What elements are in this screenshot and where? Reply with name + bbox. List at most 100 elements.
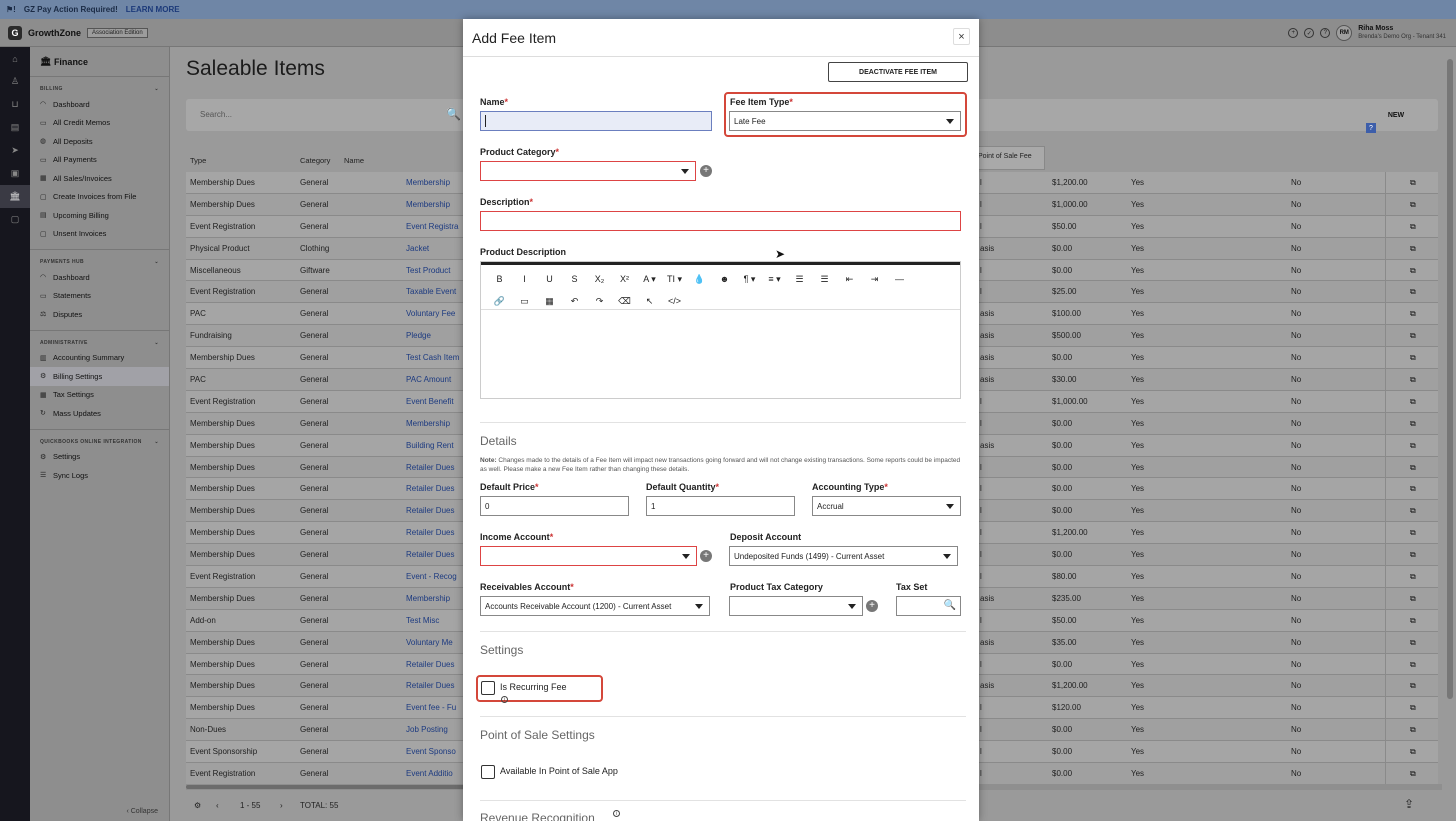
row-name-link[interactable]: Event Registra xyxy=(406,222,458,231)
export-icon[interactable]: ⇪ xyxy=(1404,797,1414,811)
income-account-select[interactable] xyxy=(480,546,697,566)
sidebar-section-billing[interactable]: BILLING ⌄ xyxy=(30,77,169,95)
close-icon[interactable]: × xyxy=(953,28,970,45)
avatar[interactable]: RM xyxy=(1336,25,1353,41)
copy-icon[interactable]: ⧉ xyxy=(1410,353,1416,363)
copy-icon[interactable]: ⧉ xyxy=(1410,528,1416,538)
copy-icon[interactable]: ⧉ xyxy=(1410,397,1416,407)
row-name-link[interactable]: Test Cash Item xyxy=(406,353,459,362)
row-name-link[interactable]: Membership xyxy=(406,200,450,209)
deposit-account-select[interactable]: Undeposited Funds (1499) - Current Asset xyxy=(729,546,958,566)
row-name-link[interactable]: Retailer Dues xyxy=(406,528,454,537)
link-icon[interactable]: 🔗 xyxy=(487,296,512,307)
copy-icon[interactable]: ⧉ xyxy=(1410,331,1416,341)
row-name-link[interactable]: Retailer Dues xyxy=(406,463,454,472)
settings-icon[interactable]: ⚙ xyxy=(194,801,201,810)
basket-icon[interactable]: ⊔ xyxy=(0,93,30,116)
copy-icon[interactable]: ⧉ xyxy=(1410,266,1416,276)
growthzone-logo-icon[interactable]: G xyxy=(8,25,22,40)
add-category-icon[interactable]: + xyxy=(700,165,712,177)
sidebar-item-qbo-settings[interactable]: ⚙ Settings xyxy=(30,448,169,467)
sidebar-item-unsent-invoices[interactable]: ▢ Unsent Invoices xyxy=(30,225,169,244)
row-name-link[interactable]: Retailer Dues xyxy=(406,506,454,515)
send-icon[interactable]: ➤ xyxy=(0,139,30,162)
person-icon[interactable]: ♙ xyxy=(0,70,30,93)
sidebar-item-billing-settings[interactable]: ⚙ Billing Settings xyxy=(30,367,169,386)
prev-page-icon[interactable]: ‹ xyxy=(216,801,219,810)
copy-icon[interactable]: ⧉ xyxy=(1410,572,1416,582)
sidebar-item-hub-dashboard[interactable]: ◠ Dashboard xyxy=(30,268,169,287)
copy-icon[interactable]: ⧉ xyxy=(1410,681,1416,691)
name-field[interactable] xyxy=(480,111,712,131)
copy-icon[interactable]: ⧉ xyxy=(1410,441,1416,451)
sidebar-item-accounting-summary[interactable]: ▥ Accounting Summary xyxy=(30,349,169,368)
copy-icon[interactable]: ⧉ xyxy=(1410,287,1416,297)
font-size-icon[interactable]: TI ▾ xyxy=(662,274,687,285)
sidebar-item-deposits[interactable]: ◍ All Deposits xyxy=(30,132,169,151)
pos-app-checkbox[interactable] xyxy=(481,765,495,779)
row-name-link[interactable]: Retailer Dues xyxy=(406,484,454,493)
row-name-link[interactable]: Membership xyxy=(406,419,450,428)
product-tax-category-select[interactable] xyxy=(729,596,863,616)
finance-icon[interactable]: 🏛 xyxy=(0,185,30,208)
redo-icon[interactable]: ↷ xyxy=(587,296,612,307)
row-name-link[interactable]: Event Sponso xyxy=(406,747,456,756)
row-name-link[interactable]: Voluntary Me xyxy=(406,638,453,647)
row-name-link[interactable]: Test Misc xyxy=(406,616,439,625)
column-name[interactable]: Name xyxy=(344,156,364,165)
sidebar-item-payments[interactable]: ▭ All Payments xyxy=(30,151,169,170)
copy-icon[interactable]: ⧉ xyxy=(1410,550,1416,560)
copy-icon[interactable]: ⧉ xyxy=(1410,484,1416,494)
row-name-link[interactable]: Event Benefit xyxy=(406,397,454,406)
sidebar-item-create-invoices[interactable]: ▢ Create Invoices from File xyxy=(30,188,169,207)
vertical-scrollbar[interactable] xyxy=(1444,47,1456,821)
copy-icon[interactable]: ⧉ xyxy=(1410,419,1416,429)
copy-icon[interactable]: ⧉ xyxy=(1410,703,1416,713)
align-icon[interactable]: ≡ ▾ xyxy=(762,274,787,285)
recurring-fee-checkbox[interactable] xyxy=(481,681,495,695)
check-icon[interactable]: ✓ xyxy=(1304,28,1315,38)
copy-icon[interactable]: ⧉ xyxy=(1410,660,1416,670)
next-page-icon[interactable]: › xyxy=(280,801,283,810)
subscript-icon[interactable]: X₂ xyxy=(587,274,612,284)
tax-set-field[interactable]: 🔍 xyxy=(896,596,961,616)
copy-icon[interactable]: ⧉ xyxy=(1410,309,1416,319)
add-tax-category-icon[interactable]: + xyxy=(866,600,878,612)
code-view-icon[interactable]: </> xyxy=(662,296,687,306)
row-name-link[interactable]: Retailer Dues xyxy=(406,550,454,559)
row-name-link[interactable]: Building Rent xyxy=(406,441,454,450)
indent-icon[interactable]: ⇥ xyxy=(862,274,887,285)
copy-icon[interactable]: ⧉ xyxy=(1410,725,1416,735)
image-icon[interactable]: ▭ xyxy=(512,296,537,307)
row-name-link[interactable]: Taxable Event xyxy=(406,287,456,296)
home-icon[interactable]: ⌂ xyxy=(0,47,30,70)
underline-icon[interactable]: U xyxy=(537,274,562,284)
document-icon[interactable]: ▢ xyxy=(0,208,30,231)
column-type[interactable]: Type xyxy=(190,156,206,165)
superscript-icon[interactable]: X² xyxy=(612,274,637,284)
default-quantity-field[interactable]: 1 xyxy=(646,496,795,516)
paragraph-icon[interactable]: ¶ ▾ xyxy=(737,274,762,285)
sidebar-item-mass-updates[interactable]: ↻ Mass Updates xyxy=(30,404,169,423)
search-input[interactable]: Search... xyxy=(200,110,232,119)
sidebar-section-quickbooks[interactable]: QUICKBOOKS ONLINE INTEGRATION ⌄ xyxy=(30,430,169,448)
sidebar-section-payments-hub[interactable]: PAYMENTS HUB ⌄ xyxy=(30,250,169,268)
column-category[interactable]: Category xyxy=(300,156,330,165)
info-icon[interactable]: i xyxy=(501,696,508,703)
row-name-link[interactable]: Job Posting xyxy=(406,725,448,734)
rich-text-editor[interactable]: B I U S X₂ X² A ▾ TI ▾ 💧 ☻ ¶ ▾ ≡ ▾ ☰ ☰ ⇤ ⇥ — 🔗 ▭ ▦ ↶ ↷ ⌫ ↖ </> xyxy=(480,261,961,399)
user-menu[interactable]: Riha Moss Brenda's Demo Org - Tenant 341 xyxy=(1358,24,1446,42)
sidebar-item-tax-settings[interactable]: ▦ Tax Settings xyxy=(30,386,169,405)
calendar-icon[interactable]: ▤ xyxy=(0,116,30,139)
collapse-button[interactable]: ‹ Collapse xyxy=(30,808,170,815)
search-icon[interactable]: 🔍 xyxy=(446,107,461,121)
row-name-link[interactable]: Retailer Dues xyxy=(406,660,454,669)
copy-icon[interactable]: ⧉ xyxy=(1410,222,1416,232)
row-name-link[interactable]: Event Additio xyxy=(406,769,453,778)
clear-format-icon[interactable]: ⌫ xyxy=(612,296,637,307)
default-price-field[interactable]: 0 xyxy=(480,496,629,516)
sidebar-item-sales-invoices[interactable]: ▦ All Sales/Invoices xyxy=(30,169,169,188)
table-icon[interactable]: ▦ xyxy=(537,296,562,307)
select-icon[interactable]: ↖ xyxy=(637,296,662,307)
product-category-select[interactable] xyxy=(480,161,696,181)
